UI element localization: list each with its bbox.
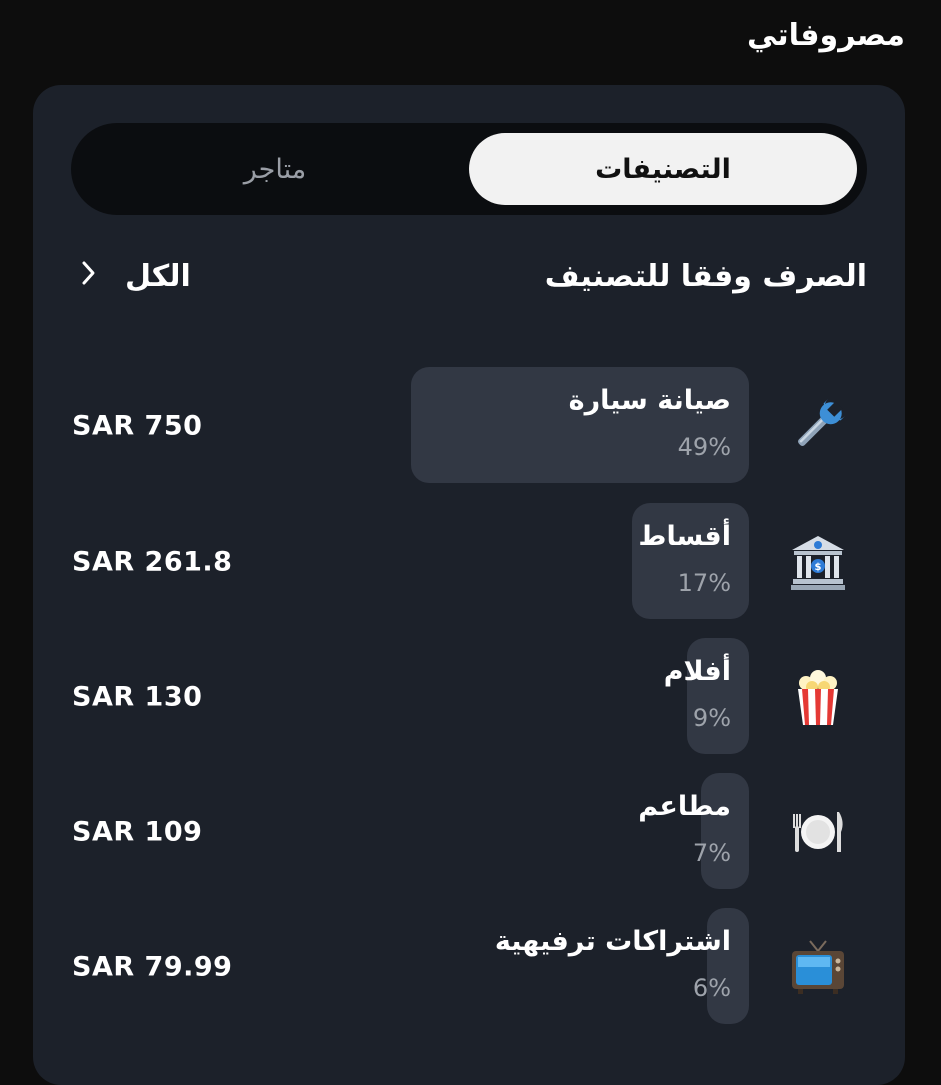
category-amount: SAR 261.8	[72, 546, 233, 578]
bank-icon: $	[786, 530, 850, 594]
tab-categories[interactable]: التصنيفات	[469, 133, 857, 205]
category-amount: SAR 750	[72, 410, 203, 442]
chevron-right-icon	[81, 260, 97, 293]
category-name: أقساط	[638, 521, 731, 552]
plate-cutlery-icon	[786, 800, 850, 864]
category-name: مطاعم	[638, 791, 731, 822]
popcorn-icon	[786, 665, 850, 729]
category-name: صيانة سيارة	[568, 385, 731, 416]
segmented-control: التصنيفات متاجر	[71, 123, 867, 215]
page-title: مصروفاتي	[747, 18, 905, 53]
category-row[interactable]: SAR 261.8 أقساط 17% $	[33, 503, 905, 621]
category-percent: 7%	[692, 839, 731, 867]
category-name: أفلام	[663, 656, 731, 687]
wrench-icon	[786, 394, 850, 458]
category-row[interactable]: SAR 79.99 اشتراكات ترفيهية 6%	[33, 908, 905, 1026]
category-amount: SAR 109	[72, 816, 203, 848]
section-title: الصرف وفقا للتصنيف	[544, 259, 867, 294]
category-percent: 9%	[692, 704, 731, 732]
section-header: الصرف وفقا للتصنيف الكل	[71, 255, 867, 303]
see-all-link[interactable]: الكل	[81, 259, 191, 294]
category-amount: SAR 79.99	[72, 951, 233, 983]
category-row[interactable]: SAR 750 صيانة سيارة 49%	[33, 367, 905, 485]
category-row[interactable]: SAR 130 أفلام 9%	[33, 638, 905, 756]
category-name: اشتراكات ترفيهية	[494, 926, 731, 957]
tv-icon	[786, 935, 850, 999]
category-percent: 6%	[692, 974, 731, 1002]
category-percent: 49%	[677, 433, 731, 461]
tab-stores[interactable]: متاجر	[81, 133, 469, 205]
category-amount: SAR 130	[72, 681, 203, 713]
see-all-label: الكل	[125, 259, 191, 294]
category-row[interactable]: SAR 109 مطاعم 7%	[33, 773, 905, 891]
svg-text:$: $	[815, 562, 822, 573]
spending-card: التصنيفات متاجر الصرف وفقا للتصنيف الكل …	[33, 85, 905, 1085]
category-percent: 17%	[677, 569, 731, 597]
